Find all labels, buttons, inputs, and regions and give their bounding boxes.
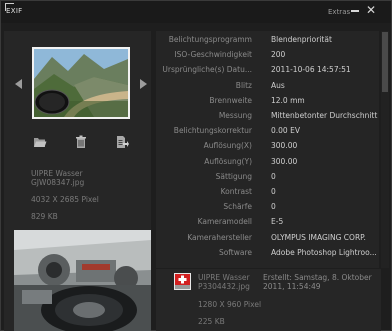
open-folder-icon[interactable]: [33, 135, 47, 149]
property-value: Blendenpriorität: [271, 35, 332, 44]
app-title: EXIF: [5, 3, 23, 15]
next-file-info: UIPRE Wasser P3304432.jpg Erstellt: Sams…: [156, 269, 381, 331]
property-value: 12.0 mm: [271, 96, 305, 105]
exif-properties-list: Belichtungsprogramm Blendenpriorität ISO…: [156, 31, 379, 268]
property-value: 2011-10-06 14:57:51: [271, 65, 351, 74]
file-size: 829 KB: [31, 212, 58, 221]
property-row: Kontrast 0: [156, 185, 379, 199]
property-value: 0.00 EV: [271, 126, 300, 135]
property-row: Blitz Aus: [156, 79, 379, 93]
property-label: Kameramodell: [197, 217, 252, 226]
property-label: Auflösung(Y): [204, 157, 252, 166]
property-value: 300.00: [271, 141, 298, 150]
property-label: ISO-Geschwindigkeit: [174, 50, 252, 59]
property-label: Kamerahersteller: [187, 233, 252, 242]
property-label: Sättigung: [215, 172, 252, 181]
image-preview: [32, 47, 130, 119]
property-label: Brennweite: [209, 96, 252, 105]
preview-panel: UIPRE Wasser GJW08347.jpg 4032 X 2685 Pi…: [4, 31, 151, 331]
minimize-button[interactable]: [351, 10, 359, 12]
engine-image: [14, 230, 151, 331]
property-value: 300.00: [271, 157, 298, 166]
property-row: ISO-Geschwindigkeit 200: [156, 48, 379, 62]
property-row: Kamerahersteller OLYMPUS IMAGING CORP.: [156, 231, 379, 245]
property-value: 0: [271, 202, 276, 211]
next-file-name: P3304432.jpg: [198, 282, 250, 291]
swiss-flag-icon: [175, 274, 190, 289]
property-label: Kontrast: [220, 187, 252, 196]
file-name: GJW08347.jpg: [31, 178, 85, 187]
property-label: Belichtungsprogramm: [168, 35, 252, 44]
property-row: Sättigung 0: [156, 170, 379, 184]
property-label: Belichtungskorrektur: [173, 126, 252, 135]
mountain-landscape-image: [34, 49, 128, 117]
previous-image-arrow-icon[interactable]: [15, 79, 22, 89]
property-value: 200: [271, 50, 286, 59]
property-row: Auflösung(Y) 300.00: [156, 155, 379, 169]
engine-photo-thumbnail[interactable]: [14, 230, 151, 331]
image-dimensions: 4032 X 2685 Pixel: [31, 195, 99, 204]
created-date: Erstellt: Samstag, 8. Oktober 2011, 11:5…: [263, 273, 372, 291]
property-row: Software Adobe Photoshop Lightroo...: [156, 246, 379, 260]
property-label: Auflösung(X): [203, 141, 252, 150]
title-bar: EXIF Extras ✕: [1, 1, 391, 23]
property-label: Blitz: [235, 81, 252, 90]
property-row: Belichtungsprogramm Blendenpriorität: [156, 33, 379, 47]
property-label: Software: [218, 248, 252, 257]
file-thumbnail-icon[interactable]: [174, 273, 191, 290]
property-row: Schärfe 0: [156, 200, 379, 214]
property-label: Messung: [218, 111, 252, 120]
property-value: 0: [271, 187, 276, 196]
property-row: Belichtungskorrektur 0.00 EV: [156, 124, 379, 138]
next-file-title: UIPRE Wasser: [198, 273, 250, 282]
property-label: Schärfe: [223, 202, 252, 211]
property-value: OLYMPUS IMAGING CORP.: [271, 233, 366, 242]
properties-scrollbar[interactable]: [381, 31, 389, 268]
property-row: Messung Mittenbetonter Durchschnitt: [156, 109, 379, 123]
close-button[interactable]: ✕: [365, 4, 377, 16]
exif-window: EXIF Extras ✕ UIPRE Wasser GJW08347.jpg …: [0, 0, 392, 331]
property-row: Brennweite 12.0 mm: [156, 94, 379, 108]
app-logo-icon: [5, 3, 14, 11]
property-label: Ursprüngliche(s) Datu...: [162, 65, 252, 74]
close-icon: ✕: [365, 3, 377, 17]
property-row: Auflösung(X) 300.00: [156, 139, 379, 153]
next-file-size: 225 KB: [198, 317, 225, 326]
scrollbar-thumb[interactable]: [382, 32, 388, 92]
next-image-dimensions: 1280 X 960 Pixel: [198, 300, 262, 309]
property-row: Ursprüngliche(s) Datu... 2011-10-06 14:5…: [156, 63, 379, 77]
property-value: Mittenbetonter Durchschnitt: [271, 111, 378, 120]
extras-menu[interactable]: Extras: [328, 8, 350, 16]
property-value: Adobe Photoshop Lightroo...: [271, 248, 377, 257]
trash-icon[interactable]: [74, 135, 88, 149]
property-value: 0: [271, 172, 276, 181]
property-row: Kameramodell E-5: [156, 215, 379, 229]
property-value: Aus: [271, 81, 285, 90]
file-title: UIPRE Wasser: [31, 169, 83, 178]
export-document-icon[interactable]: [115, 135, 129, 149]
property-value: E-5: [271, 217, 284, 226]
